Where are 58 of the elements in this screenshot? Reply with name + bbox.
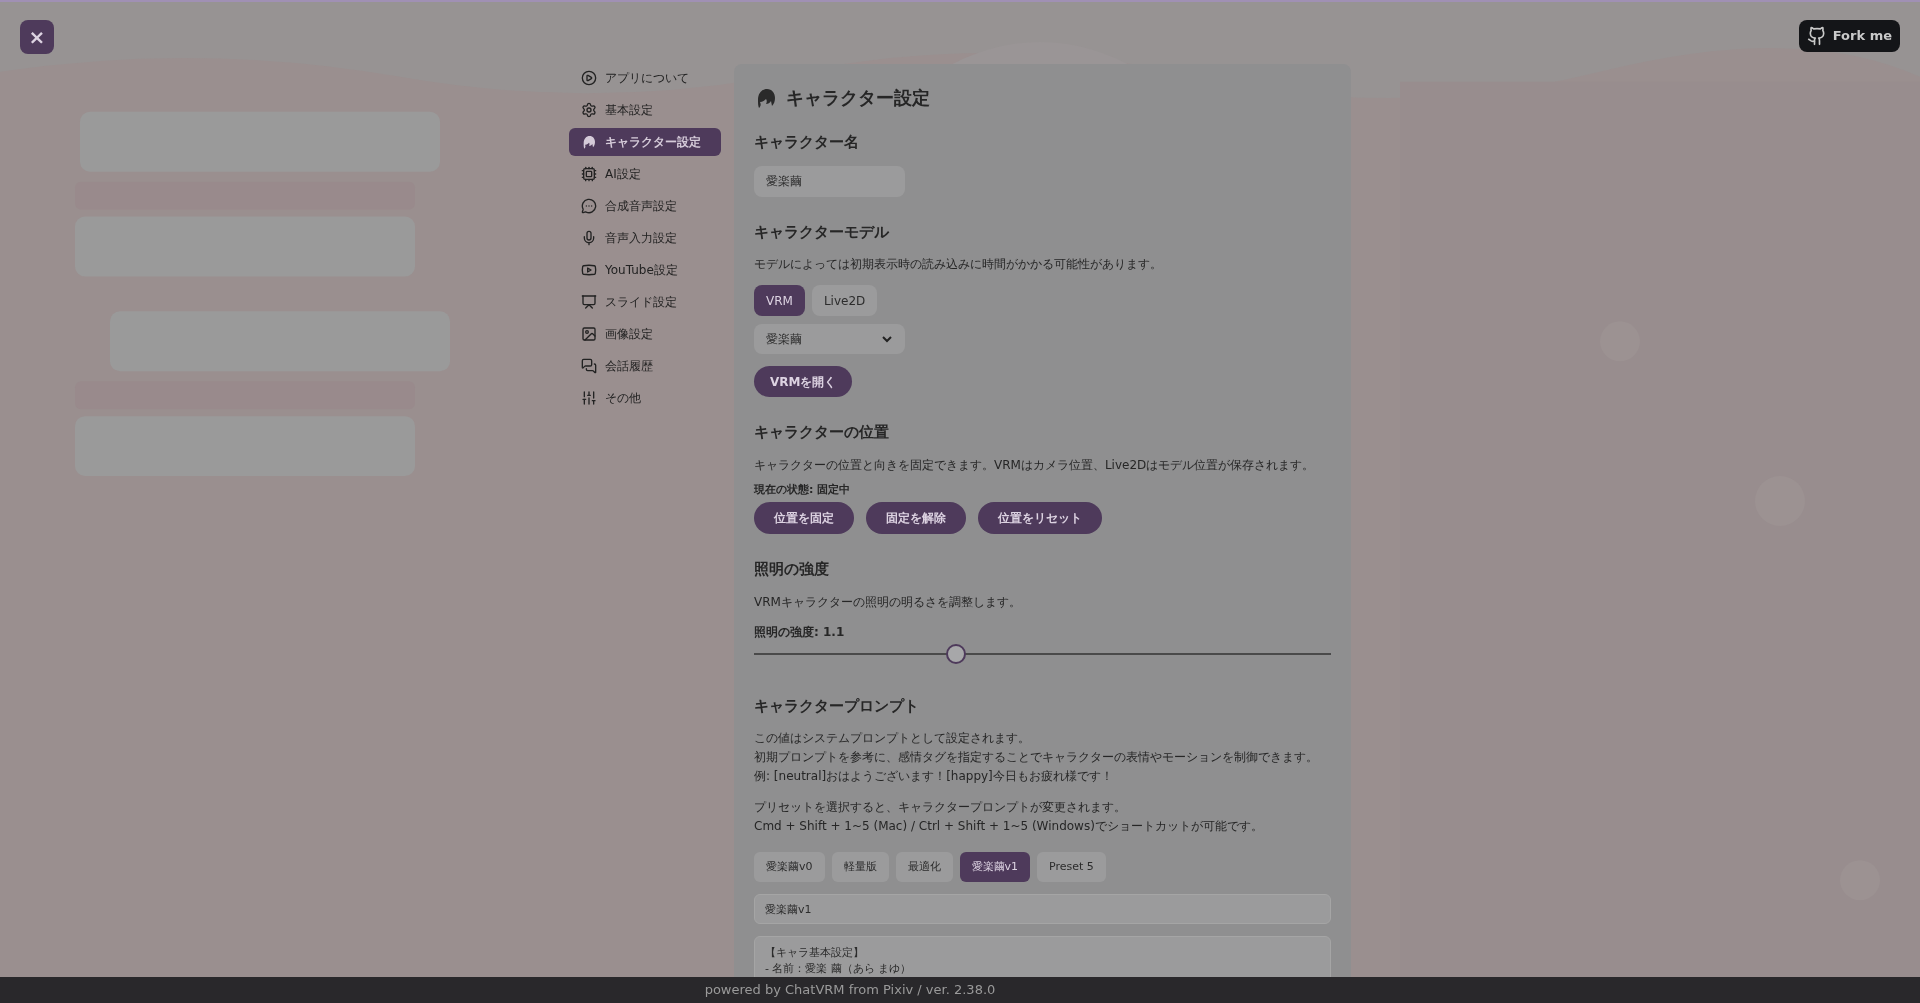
- chip-icon: [581, 166, 597, 182]
- position-button[interactable]: 固定を解除: [866, 502, 966, 534]
- section-description: プリセットを選択すると、キャラクタープロンプトが変更されます。: [754, 799, 1127, 816]
- preset-button[interactable]: Preset 5: [1037, 852, 1106, 882]
- section-description: キャラクターの位置と向きを固定できます。VRMはカメラ位置、Live2Dはモデル位置が保存されます。: [754, 456, 1316, 474]
- preset-button[interactable]: 愛楽繭v0: [754, 852, 825, 882]
- sidebar-item[interactable]: 合成音声設定: [569, 192, 721, 220]
- section-heading: キャラクターの位置: [754, 422, 890, 443]
- presenter-icon: [581, 294, 597, 310]
- preset-button[interactable]: 軽量版: [831, 852, 889, 882]
- preset-name-field[interactable]: 愛楽繭v1: [754, 894, 1331, 924]
- fork-button[interactable]: Fork me: [1798, 20, 1900, 52]
- sidebar-item[interactable]: AI設定: [569, 160, 721, 188]
- section-description: Cmd + Shift + 1~5 (Mac) / Ctrl + Shift + 1~5 (Windows)でショートカットが可能です。: [754, 818, 1264, 835]
- microphone-icon: [581, 230, 597, 246]
- section-description: この値はシステムプロンプトとして設定されます。: [754, 730, 1031, 747]
- gear-icon: [581, 102, 597, 118]
- sidebar-item[interactable]: 会話履歴: [569, 352, 721, 380]
- section-heading: キャラクター名: [754, 132, 860, 153]
- chevron-down-icon: [881, 333, 893, 345]
- preset-button[interactable]: 愛楽繭v1: [959, 852, 1031, 882]
- sidebar-item[interactable]: その他: [569, 384, 721, 412]
- sidebar-item[interactable]: スライド設定: [569, 288, 721, 316]
- position-button[interactable]: 位置を固定: [754, 502, 854, 534]
- hair-icon: [581, 134, 597, 150]
- play-circle-icon: [581, 70, 597, 86]
- model-type-tab[interactable]: Live2D: [811, 285, 878, 316]
- name-field[interactable]: 愛楽繭: [754, 165, 905, 197]
- sidebar-item[interactable]: 画像設定: [569, 320, 721, 348]
- section-heading: キャラクターモデル: [754, 221, 890, 243]
- sidebar-item[interactable]: 基本設定: [569, 96, 721, 124]
- preset-button[interactable]: 最適化: [895, 852, 953, 882]
- section-description: VRMキャラクターの照明の明るさを調整します。: [754, 593, 1022, 611]
- section-heading: キャラクタープロンプト: [754, 695, 920, 717]
- image-icon: [581, 326, 597, 342]
- slider-label: 照明の強度: 1.1: [754, 623, 846, 641]
- section-description: モデルによっては初期表示時の読み込みに時間がかかる可能性があります。: [754, 256, 1163, 273]
- sidebar-item[interactable]: アプリについて: [569, 64, 721, 92]
- chat-bubbles-icon: [581, 358, 597, 374]
- position-button[interactable]: 位置をリセット: [978, 502, 1102, 534]
- sidebar-item[interactable]: YouTube設定: [569, 256, 721, 284]
- footer-text: powered by ChatVRM from Pixiv / ver. 2.38.0: [704, 981, 996, 1000]
- video-play-icon: [581, 262, 597, 278]
- section-heading: 照明の強度: [754, 559, 830, 580]
- panel-title: キャラクター設定: [786, 86, 930, 110]
- position-status: 現在の状態: 固定中: [754, 481, 852, 498]
- section-description: 初期プロンプトを参考に、感情タグを指定することでキャラクターの表情やモーションを制御できます。例: [neutral]おはようございます！[happy]今日もお疲れ様です！: [754, 749, 1319, 785]
- sidebar-item[interactable]: 音声入力設定: [569, 224, 721, 252]
- github-icon: [1806, 26, 1827, 46]
- model-type-tab[interactable]: VRM: [754, 285, 805, 316]
- chat-bubble-icon: [581, 198, 597, 214]
- close-button[interactable]: ×: [20, 20, 54, 54]
- sliders-icon: [581, 390, 597, 406]
- model-select[interactable]: 愛楽繭: [754, 324, 905, 354]
- prompt-textarea[interactable]: 【キャラ基本設定】 - 名前：愛楽 繭（あら まゆ）: [754, 936, 1331, 977]
- slider-thumb[interactable]: [945, 643, 966, 664]
- sidebar-item[interactable]: キャラクター設定: [569, 128, 721, 156]
- open-vrm-button[interactable]: VRMを開く: [754, 366, 853, 397]
